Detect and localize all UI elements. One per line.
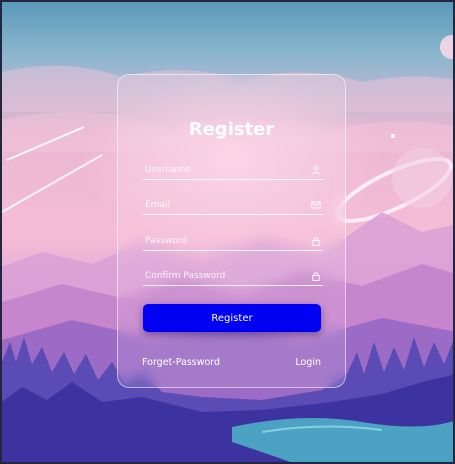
confirm-password-field xyxy=(143,268,323,286)
forget-password-link[interactable]: Forget-Password xyxy=(142,357,220,368)
username-input[interactable] xyxy=(143,162,303,178)
register-card: Register Register Forget-Password Login xyxy=(117,74,346,388)
register-button[interactable]: Register xyxy=(143,304,321,332)
user-icon xyxy=(312,165,320,175)
email-field xyxy=(143,197,323,215)
lock-icon xyxy=(312,237,320,246)
confirm-password-input[interactable] xyxy=(143,268,303,284)
username-field xyxy=(143,162,323,180)
password-input[interactable] xyxy=(143,233,303,249)
password-field xyxy=(143,233,323,251)
mail-icon xyxy=(311,201,321,209)
login-link[interactable]: Login xyxy=(295,357,321,368)
form-title: Register xyxy=(188,119,275,140)
lock-icon xyxy=(312,272,320,281)
email-input[interactable] xyxy=(143,197,303,213)
